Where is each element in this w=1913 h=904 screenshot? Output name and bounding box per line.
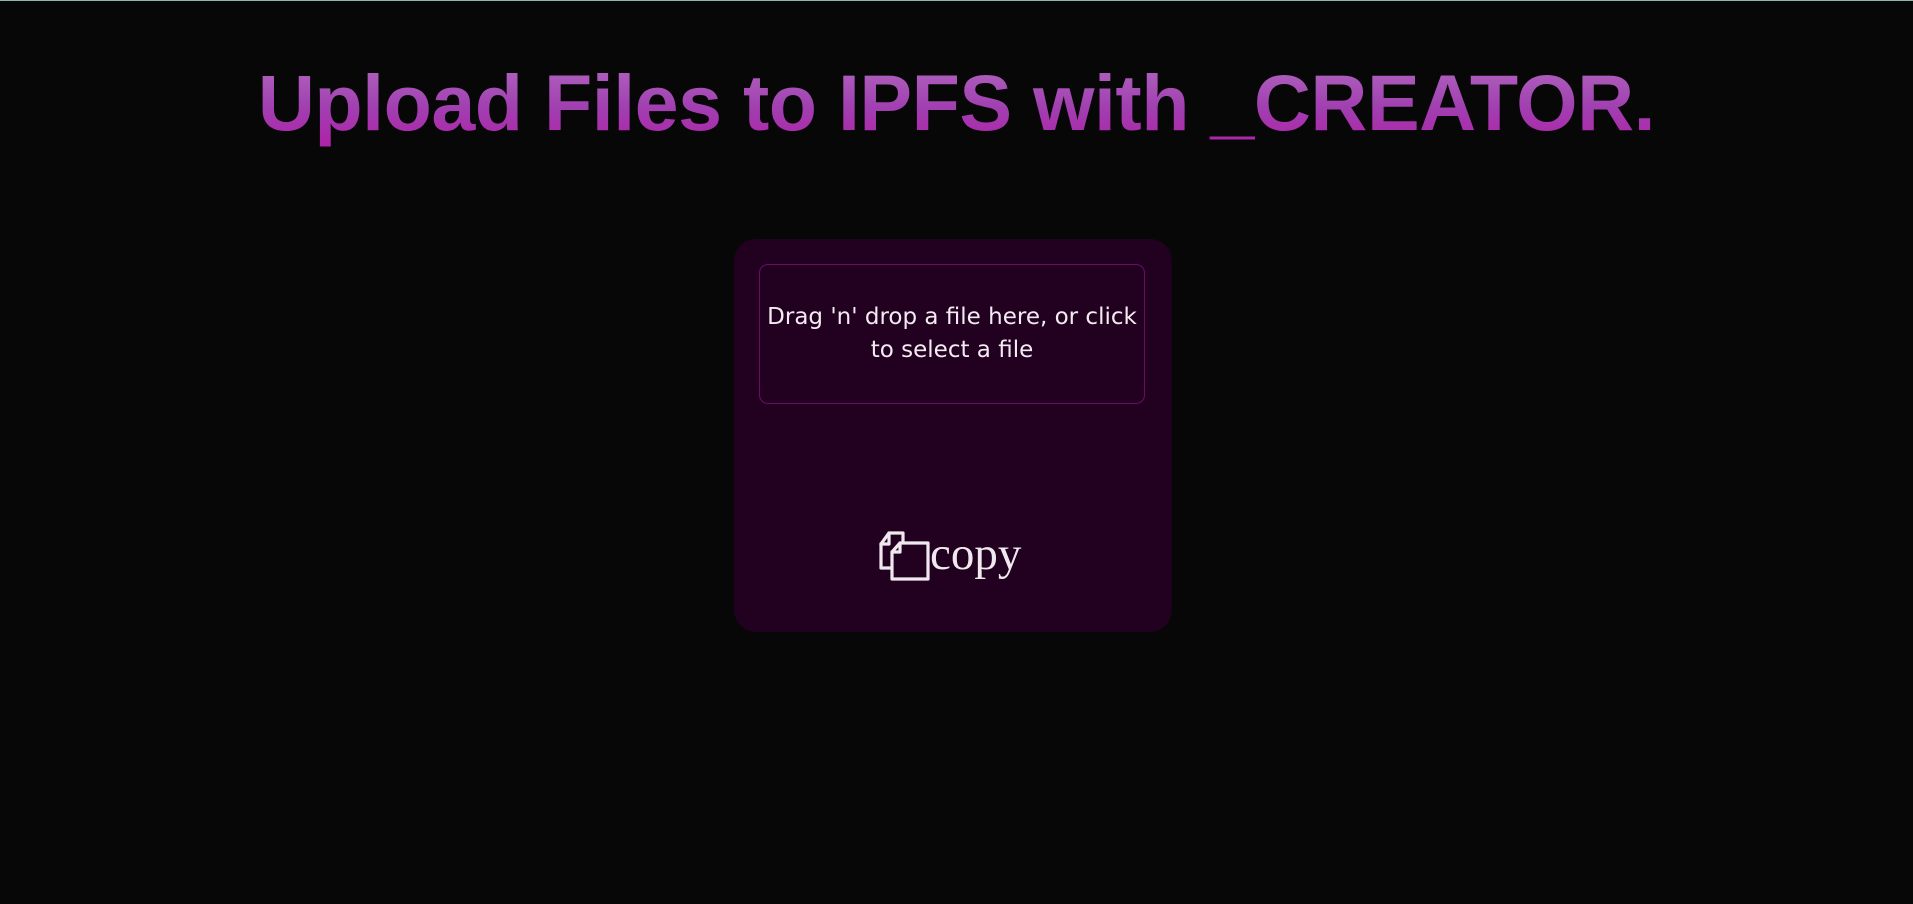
file-dropzone[interactable]: Drag 'n' drop a file here, or click to s… <box>759 264 1145 404</box>
page-title: Upload Files to IPFS with _CREATOR. <box>0 55 1913 151</box>
copy-label: copy <box>930 528 1022 580</box>
dropzone-text: Drag 'n' drop a file here, or click to s… <box>767 304 1137 363</box>
copy-button[interactable]: copy <box>878 528 1022 582</box>
upload-card: Drag 'n' drop a file here, or click to s… <box>734 239 1172 632</box>
copy-icon <box>878 530 930 582</box>
